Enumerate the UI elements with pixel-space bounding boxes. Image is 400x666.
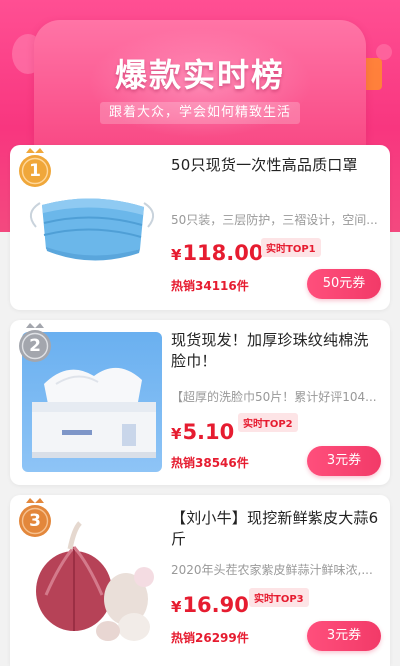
rank-tag: 实时TOP1 — [261, 238, 321, 257]
product-description: 50只装，三层防护，三褶设计，空间... — [171, 213, 378, 227]
coupon-button[interactable]: 3元券 — [307, 621, 381, 651]
page-title: 爆款实时榜 — [114, 56, 285, 94]
price-value: 16.90 — [182, 593, 249, 617]
rank-number: 2 — [29, 336, 41, 356]
currency-symbol: ¥ — [171, 246, 182, 264]
rank-tag: 实时TOP3 — [249, 588, 309, 607]
product-price: ¥118.00 — [171, 241, 263, 265]
sales-count: 热销34116件 — [171, 279, 249, 293]
page-subtitle: 跟着大众，学会如何精致生活 — [100, 102, 300, 124]
product-title[interactable]: 现货现发！加厚珍珠纹纯棉洗脸巾！ — [171, 330, 383, 372]
product-title[interactable]: 50只现货一次性高品质口罩 — [171, 155, 383, 176]
rank-badge-1: 1 — [18, 147, 52, 189]
product-description: 2020年头茬农家紫皮鲜蒜汁鲜味浓,... — [171, 563, 373, 577]
product-price: ¥5.10 — [171, 420, 234, 444]
rank-number: 3 — [29, 511, 41, 531]
product-description: 【超厚的洗脸巾50片！累计好评104... — [171, 390, 377, 404]
product-card-2[interactable]: 2 现货现发！加厚珍珠纹纯棉洗脸巾！ 【超厚的洗脸巾50片！累计好评104...… — [10, 320, 390, 485]
product-card-3[interactable]: 3 【刘小牛】现挖新鲜紫皮大蒜6斤 2020年头茬农家紫皮鲜蒜汁鲜味浓,... … — [10, 495, 390, 666]
product-card-1[interactable]: 1 50只现货一次性高品质口罩 50只装，三层防护，三褶设计，空间... ¥11… — [10, 145, 390, 310]
rank-badge-2: 2 — [18, 322, 52, 364]
currency-symbol: ¥ — [171, 425, 182, 443]
coupon-button[interactable]: 50元券 — [307, 269, 381, 299]
price-value: 5.10 — [182, 420, 235, 444]
price-value: 118.00 — [182, 241, 264, 265]
rank-badge-3: 3 — [18, 497, 52, 539]
coupon-button[interactable]: 3元券 — [307, 446, 381, 476]
product-title[interactable]: 【刘小牛】现挖新鲜紫皮大蒜6斤 — [171, 508, 383, 550]
rank-tag: 实时TOP2 — [238, 413, 298, 432]
currency-symbol: ¥ — [171, 598, 182, 616]
product-price: ¥16.90 — [171, 593, 249, 617]
rank-number: 1 — [29, 161, 41, 181]
sales-count: 热销26299件 — [171, 631, 249, 645]
sales-count: 热销38546件 — [171, 456, 249, 470]
